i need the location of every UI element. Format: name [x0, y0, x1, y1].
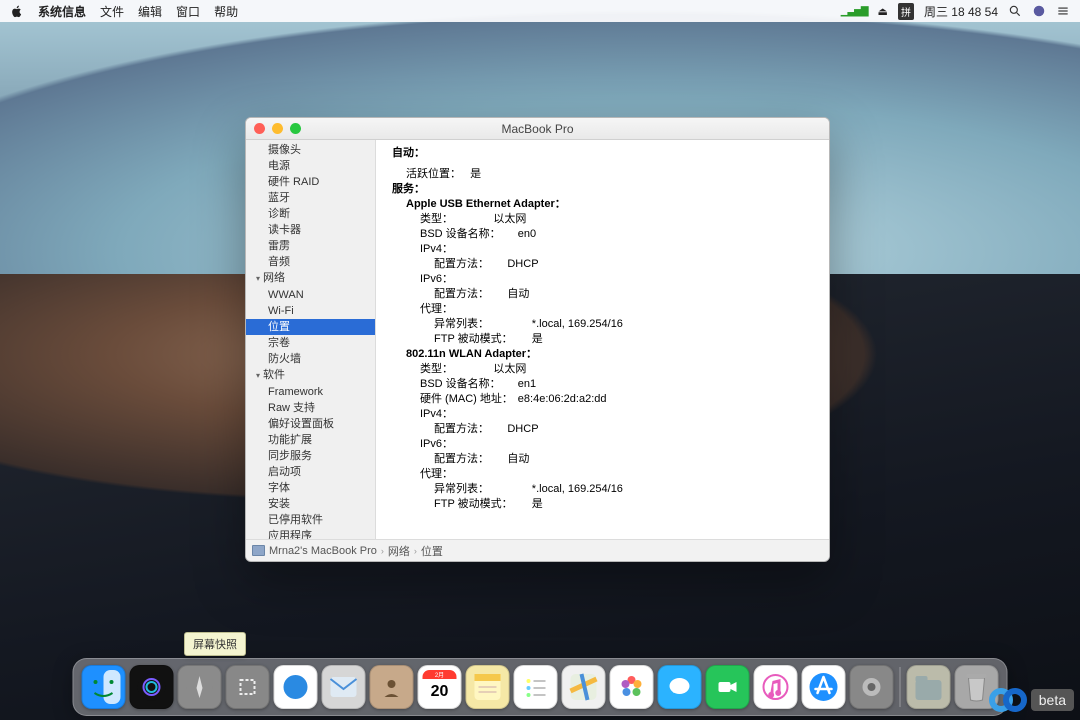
sidebar-group-network[interactable]: 网络 [246, 270, 375, 287]
window-title: MacBook Pro [501, 122, 573, 136]
dock-messages[interactable] [658, 665, 702, 709]
watermark-text: beta [1031, 689, 1074, 711]
menu-help[interactable]: 帮助 [214, 3, 238, 20]
sidebar-item-hw-7[interactable]: 音频 [246, 254, 375, 270]
dock-finder[interactable] [82, 665, 126, 709]
active-loc-label: 活跃位置： [406, 168, 461, 180]
menu-edit[interactable]: 编辑 [138, 3, 162, 20]
service-1-name: Apple USB Ethernet Adapter： [392, 197, 817, 212]
path-seg-1[interactable]: Mrna2's MacBook Pro [269, 545, 377, 557]
sidebar-item-sw-5[interactable]: 启动项 [246, 464, 375, 480]
eject-icon[interactable]: ⏏ [878, 5, 888, 18]
apple-menu[interactable] [10, 4, 24, 18]
sidebar-item-sw-9[interactable]: 应用程序 [246, 528, 375, 539]
menu-window[interactable]: 窗口 [176, 3, 200, 20]
dock-safari[interactable] [274, 665, 318, 709]
signal-icon[interactable]: ▁▃▅▇ [841, 6, 868, 17]
watermark: beta [989, 688, 1074, 712]
sidebar-item-sw-8[interactable]: 已停用软件 [246, 512, 375, 528]
dock-reminders[interactable] [514, 665, 558, 709]
dock-separator [900, 667, 901, 707]
sidebar-item-sw-4[interactable]: 同步服务 [246, 448, 375, 464]
apple-icon [10, 4, 24, 18]
dock-notes[interactable] [466, 665, 510, 709]
active-loc-value: 是 [470, 168, 481, 180]
dock-appstore[interactable] [802, 665, 846, 709]
sidebar-item-sw-3[interactable]: 功能扩展 [246, 432, 375, 448]
section-services: 服务： [392, 182, 817, 197]
dock: 2月20 [73, 658, 1008, 716]
dock-calendar[interactable]: 2月20 [418, 665, 462, 709]
window-titlebar[interactable]: MacBook Pro [246, 118, 829, 140]
notification-center-icon[interactable] [1056, 4, 1070, 18]
path-seg-2[interactable]: 网络 [388, 543, 410, 559]
menu-app[interactable]: 系统信息 [38, 3, 86, 20]
dock-siri[interactable] [130, 665, 174, 709]
menu-bar: 系统信息 文件 编辑 窗口 帮助 ▁▃▅▇ ⏏ 拼 周三 18 48 54 [0, 0, 1080, 22]
minimize-button[interactable] [272, 123, 283, 134]
system-info-window: MacBook Pro 摄像头电源硬件 RAID蓝牙诊断读卡器雷雳音频 网络 W… [245, 117, 830, 562]
service-2-name: 802.11n WLAN Adapter： [392, 347, 817, 362]
sidebar-group-software[interactable]: 软件 [246, 367, 375, 384]
ime-indicator[interactable]: 拼 [898, 3, 914, 20]
dock-mail[interactable] [322, 665, 366, 709]
window-controls [254, 123, 301, 134]
sidebar-item-net-0[interactable]: WWAN [246, 287, 375, 303]
dock-facetime[interactable] [706, 665, 750, 709]
menu-status-area: ▁▃▅▇ ⏏ 拼 周三 18 48 54 [841, 3, 1070, 20]
zoom-button[interactable] [290, 123, 301, 134]
sidebar-item-net-3[interactable]: 宗卷 [246, 335, 375, 351]
menu-file[interactable]: 文件 [100, 3, 124, 20]
computer-icon [252, 545, 265, 556]
sidebar-item-hw-3[interactable]: 蓝牙 [246, 190, 375, 206]
path-seg-3[interactable]: 位置 [421, 543, 443, 559]
sidebar-item-sw-0[interactable]: Framework [246, 384, 375, 400]
path-bar: Mrna2's MacBook Pro › 网络 › 位置 [246, 539, 829, 561]
dock-photos[interactable] [610, 665, 654, 709]
clock-text[interactable]: 周三 18 48 54 [924, 3, 998, 20]
dock-itunes[interactable] [754, 665, 798, 709]
sidebar-item-net-4[interactable]: 防火墙 [246, 351, 375, 367]
sidebar-item-net-2[interactable]: 位置 [246, 319, 375, 335]
sidebar-item-hw-2[interactable]: 硬件 RAID [246, 174, 375, 190]
dock-settings[interactable] [850, 665, 894, 709]
sidebar-item-net-1[interactable]: Wi-Fi [246, 303, 375, 319]
sidebar[interactable]: 摄像头电源硬件 RAID蓝牙诊断读卡器雷雳音频 网络 WWANWi-Fi位置宗卷… [246, 140, 376, 539]
sidebar-item-sw-6[interactable]: 字体 [246, 480, 375, 496]
dock-tooltip: 屏幕快照 [184, 632, 246, 656]
siri-status-icon[interactable] [1032, 4, 1046, 18]
dock-launchpad[interactable] [178, 665, 222, 709]
sidebar-item-hw-0[interactable]: 摄像头 [246, 142, 375, 158]
sidebar-item-hw-6[interactable]: 雷雳 [246, 238, 375, 254]
spotlight-icon[interactable] [1008, 4, 1022, 18]
dock-screenshot[interactable] [226, 665, 270, 709]
sidebar-item-hw-4[interactable]: 诊断 [246, 206, 375, 222]
sidebar-item-sw-2[interactable]: 偏好设置面板 [246, 416, 375, 432]
close-button[interactable] [254, 123, 265, 134]
sidebar-item-sw-1[interactable]: Raw 支持 [246, 400, 375, 416]
dock-contacts[interactable] [370, 665, 414, 709]
sidebar-item-sw-7[interactable]: 安装 [246, 496, 375, 512]
content-pane: 自动： 活跃位置： 是 服务： Apple USB Ethernet Adapt… [376, 140, 829, 539]
dock-maps[interactable] [562, 665, 606, 709]
sidebar-item-hw-1[interactable]: 电源 [246, 158, 375, 174]
sidebar-item-hw-5[interactable]: 读卡器 [246, 222, 375, 238]
section-auto: 自动： [392, 146, 817, 161]
dock-downloads[interactable] [907, 665, 951, 709]
